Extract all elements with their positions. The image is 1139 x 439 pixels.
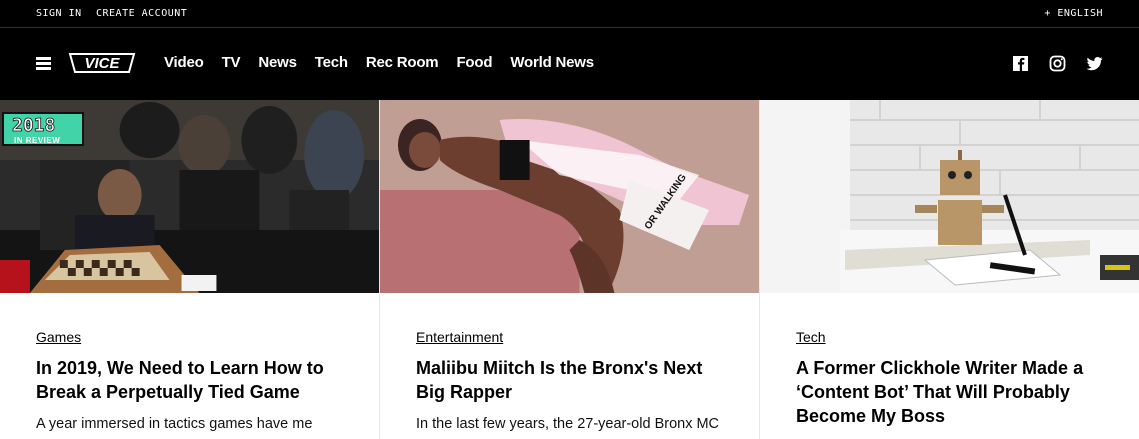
- nav-tech[interactable]: Tech: [315, 54, 348, 71]
- article-card-games[interactable]: 2018 IN REVIEW Games In 2019, We Need to…: [0, 100, 380, 439]
- category-link[interactable]: Games: [36, 329, 81, 345]
- robot-photo: [760, 100, 1139, 293]
- nav-tv[interactable]: TV: [222, 54, 241, 71]
- twitter-icon[interactable]: [1086, 55, 1103, 72]
- main-navigation: VICE Video TV News Tech Rec Room Food Wo…: [0, 28, 1139, 100]
- logo-text: VICE: [84, 55, 120, 72]
- rapper-photo: OR WALKING: [380, 100, 759, 293]
- article-card-tech[interactable]: Tech A Former Clickhole Writer Made a ‘C…: [760, 100, 1139, 439]
- social-links: [1012, 55, 1103, 72]
- article-dek: In the last few years, the 27-year-old B…: [416, 416, 720, 432]
- vice-logo[interactable]: VICE: [67, 51, 137, 75]
- nav-rec-room[interactable]: Rec Room: [366, 54, 439, 71]
- article-headline[interactable]: In 2019, We Need to Learn How to Break a…: [36, 356, 356, 404]
- article-image-chess[interactable]: 2018 IN REVIEW: [0, 100, 379, 293]
- badge-text: IN REVIEW: [14, 136, 61, 145]
- facebook-icon[interactable]: [1012, 55, 1029, 72]
- category-link[interactable]: Tech: [796, 329, 826, 345]
- article-headline[interactable]: Maliibu Miitch Is the Bronx's Next Big R…: [416, 356, 736, 404]
- article-image-rapper[interactable]: OR WALKING: [380, 100, 759, 293]
- badge-year: 2018: [12, 115, 56, 137]
- article-dek: A year immersed in tactics games have me: [36, 416, 313, 432]
- instagram-icon[interactable]: [1049, 55, 1066, 72]
- nav-world-news[interactable]: World News: [510, 54, 594, 71]
- utility-bar: SIGN IN CREATE ACCOUNT + ENGLISH: [0, 0, 1139, 28]
- create-account-link[interactable]: CREATE ACCOUNT: [96, 8, 187, 19]
- nav-news[interactable]: News: [258, 54, 297, 71]
- nav-food[interactable]: Food: [456, 54, 492, 71]
- sign-in-link[interactable]: SIGN IN: [36, 8, 82, 19]
- article-grid: 2018 IN REVIEW Games In 2019, We Need to…: [0, 100, 1139, 439]
- language-selector[interactable]: + ENGLISH: [1044, 8, 1103, 19]
- nav-video[interactable]: Video: [164, 54, 204, 71]
- category-link[interactable]: Entertainment: [416, 329, 503, 345]
- article-card-entertainment[interactable]: OR WALKING Entertainment Maliibu Miitch …: [380, 100, 760, 439]
- hamburger-menu-icon[interactable]: [36, 57, 51, 70]
- article-headline[interactable]: A Former Clickhole Writer Made a ‘Conten…: [796, 356, 1116, 428]
- nav-items: Video TV News Tech Rec Room Food World N…: [164, 54, 612, 71]
- article-image-robot[interactable]: [760, 100, 1139, 293]
- year-in-review-badge: 2018 IN REVIEW: [2, 112, 84, 146]
